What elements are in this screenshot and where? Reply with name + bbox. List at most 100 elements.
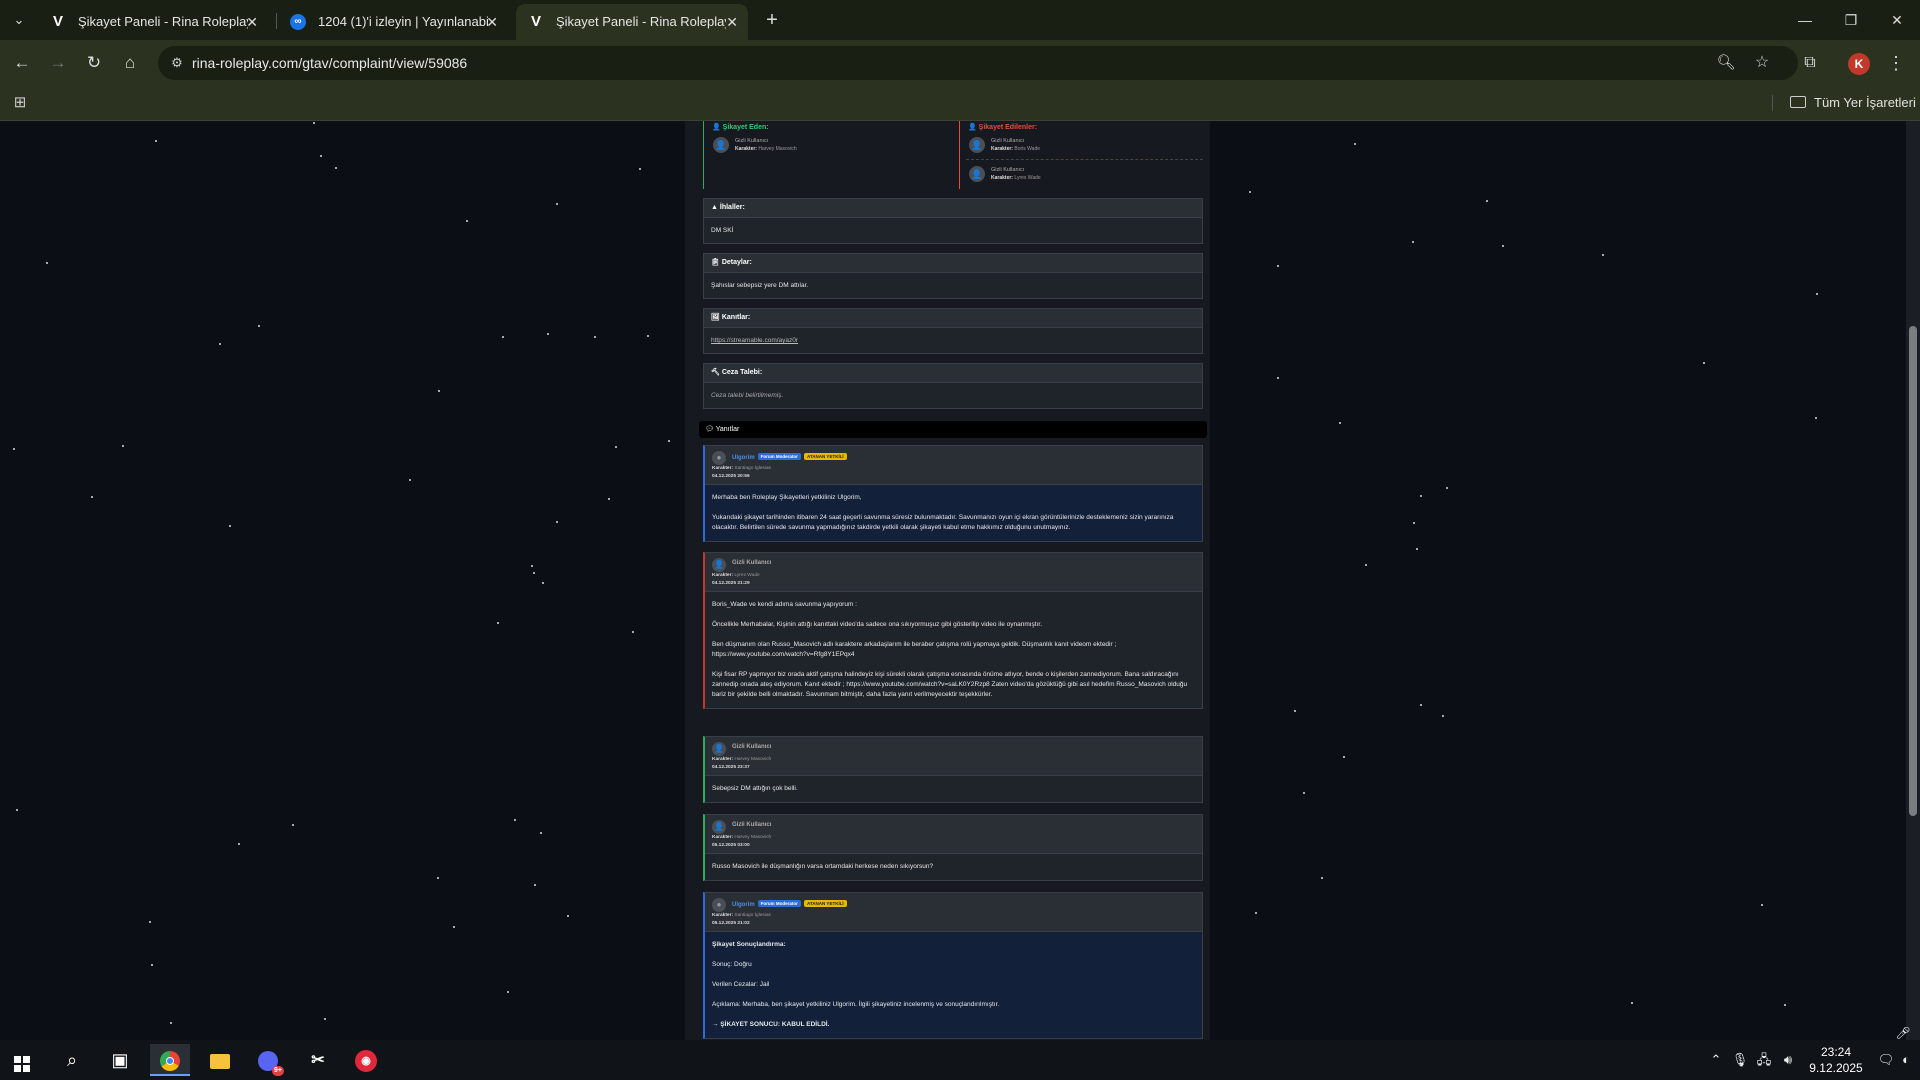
clock-date: 9.12.2025 xyxy=(1809,1061,1863,1075)
close-window-button[interactable]: ✕ xyxy=(1874,0,1920,40)
reply-author[interactable]: Gizli Kullanıcı xyxy=(732,822,771,828)
complaint-panel: 👤 Şikayet Eden: 👤 Gizli Kullanıcı Karakt… xyxy=(685,121,1210,1040)
reply-author[interactable]: Gizli Kullanıcı xyxy=(732,560,771,566)
star-dot xyxy=(437,390,440,393)
reply-date: 04.12.2025 23:37 xyxy=(712,765,750,770)
home-button[interactable]: ⌂ xyxy=(116,49,144,77)
back-button[interactable]: ← xyxy=(8,49,36,77)
star-dot xyxy=(291,824,294,827)
network-icon[interactable]: 🖧︎ xyxy=(1754,1040,1774,1080)
reply-author[interactable]: Ulgorim Forum Moderator ATANAN YETKİLİ xyxy=(732,453,847,461)
zoom-icon[interactable]: 🔍︎ xyxy=(1714,51,1738,75)
reply-paragraph: Russo Masovich ile düşmanlığın varsa ort… xyxy=(712,863,934,870)
start-button[interactable] xyxy=(2,1044,42,1076)
star-dot xyxy=(1364,564,1367,567)
star-dot xyxy=(1249,190,1252,193)
star-dot xyxy=(532,572,535,575)
star-dot xyxy=(555,203,558,206)
page-scrollbar[interactable] xyxy=(1906,121,1920,1040)
tab-title: Şikayet Paneli - Rina Roleplay G xyxy=(78,14,248,29)
tray-overflow-icon[interactable]: ⌃ xyxy=(1706,1040,1726,1080)
more-menu-icon[interactable]: ⋮ xyxy=(1884,49,1908,77)
tab-title: Şikayet Paneli - Rina Roleplay G xyxy=(556,14,726,29)
red-app-icon: ◉ xyxy=(355,1050,377,1073)
star-dot xyxy=(1441,715,1444,718)
site-info-icon[interactable]: ⚙ xyxy=(168,54,186,72)
restore-button[interactable]: ❐ xyxy=(1828,0,1874,40)
reply-card: 👤 Gizli Kullanıcı Karakter: Harvey Masov… xyxy=(703,736,1203,803)
star-dot xyxy=(258,324,261,327)
close-tab-icon[interactable]: ✕ xyxy=(486,4,498,40)
reply-author[interactable]: Ulgorim Forum Moderator ATANAN YETKİLİ xyxy=(732,900,847,908)
star-dot xyxy=(1502,245,1505,248)
star-dot xyxy=(556,520,559,523)
search-icon[interactable]: ⌕ xyxy=(52,1044,92,1076)
star-dot xyxy=(1814,416,1817,419)
notifications-icon[interactable]: 🗨︎ xyxy=(1876,1040,1896,1080)
profile-avatar[interactable]: K xyxy=(1848,53,1870,75)
tab-title: 1204 (1)'i izleyin | Yayınlanabilir xyxy=(318,14,488,29)
reply-character: Karakter: Santiago İglesias xyxy=(712,913,771,918)
evidence-link[interactable]: https://streamable.com/ayaz0r xyxy=(711,337,798,344)
system-clock[interactable]: 23:24 9.12.2025 xyxy=(1800,1044,1872,1076)
avatar: 👤 xyxy=(712,820,726,834)
scrollbar-thumb[interactable] xyxy=(1909,326,1917,816)
address-bar[interactable]: ⚙ rina-roleplay.com/gtav/complaint/view/… xyxy=(158,46,1798,80)
notification-badge: 9+ xyxy=(272,1066,284,1077)
user-name: Gizli Kullanıcı xyxy=(991,167,1025,173)
tab-complaint-1[interactable]: V Şikayet Paneli - Rina Roleplay G ✕ xyxy=(38,4,268,40)
star-dot xyxy=(149,920,152,923)
gavel-icon: 🔨︎ xyxy=(711,369,720,376)
image-icon: 🖼︎ xyxy=(711,314,720,321)
penalty-title: 🔨︎ Ceza Talebi: xyxy=(704,364,1202,383)
reply-author[interactable]: Gizli Kullanıcı xyxy=(732,744,771,750)
tab-complaint-active[interactable]: V Şikayet Paneli - Rina Roleplay G ✕ xyxy=(516,4,748,40)
extensions-icon[interactable]: ⧉ xyxy=(1796,49,1824,77)
star-dot xyxy=(169,1022,172,1025)
star-dot xyxy=(13,448,16,451)
url-text[interactable]: rina-roleplay.com/gtav/complaint/view/59… xyxy=(192,46,467,80)
microphone-icon[interactable]: 🎙︎ xyxy=(1730,1040,1750,1080)
capcut-button[interactable]: ✂ xyxy=(298,1044,338,1076)
discord-button[interactable]: 9+ xyxy=(248,1044,288,1077)
reply-body: Sebepsiz DM attığın çok belli. xyxy=(705,776,1202,802)
star-dot xyxy=(219,343,222,346)
accused-title: 👤 Şikayet Edilenler: xyxy=(968,124,1038,131)
minimize-button[interactable]: — xyxy=(1782,0,1828,40)
star-dot xyxy=(1412,522,1415,525)
forward-button[interactable]: → xyxy=(44,49,72,77)
streaming-favicon-icon: ∞ xyxy=(290,14,306,30)
all-bookmarks-button[interactable]: Tüm Yer İşaretleri xyxy=(1790,86,1916,120)
reload-button[interactable]: ↻ xyxy=(80,49,108,77)
star-dot xyxy=(1320,876,1323,879)
star-dot xyxy=(151,963,154,966)
bookmark-star-icon[interactable]: ☆ xyxy=(1750,51,1774,75)
copilot-icon[interactable]: ◐ xyxy=(1896,1040,1916,1080)
star-dot xyxy=(408,479,411,482)
star-dot xyxy=(1702,361,1705,364)
chrome-taskbar-button[interactable] xyxy=(150,1044,190,1076)
new-tab-button[interactable]: + xyxy=(758,6,786,34)
star-dot xyxy=(1784,1003,1787,1006)
star-dot xyxy=(533,883,536,886)
star-dot xyxy=(237,842,240,845)
apps-grid-icon[interactable]: ⊞ xyxy=(10,93,30,113)
close-tab-icon[interactable]: ✕ xyxy=(246,4,258,40)
floating-mic-icon[interactable]: 🎤︎ xyxy=(1894,1024,1912,1042)
parties-section: 👤 Şikayet Eden: 👤 Gizli Kullanıcı Karakt… xyxy=(703,121,1203,191)
star-dot xyxy=(531,565,534,568)
tab-streaming[interactable]: ∞ 1204 (1)'i izleyin | Yayınlanabilir ✕ xyxy=(278,4,508,40)
reply-paragraph: Ben düşmanım olan Russo_Masovich adlı ka… xyxy=(712,641,1117,658)
reply-date: 04.12.2025 20:56 xyxy=(712,474,750,479)
reply-paragraph: Sebepsiz DM attığın çok belli. xyxy=(712,785,798,792)
close-tab-icon[interactable]: ✕ xyxy=(726,4,738,40)
violations-box: ▲ İhlaller: DM SKİ xyxy=(703,198,1203,244)
file-explorer-button[interactable] xyxy=(200,1044,240,1076)
volume-icon[interactable]: 🔊︎ xyxy=(1778,1040,1798,1080)
app-button[interactable]: ◉ xyxy=(346,1044,386,1076)
star-dot xyxy=(1420,703,1423,706)
reply-header: ● Ulgorim Forum Moderator ATANAN YETKİLİ K… xyxy=(705,893,1202,932)
task-view-icon[interactable]: ▣ xyxy=(100,1044,140,1076)
user-character: Karakter: Boris Wade xyxy=(991,146,1041,152)
tab-search-button[interactable]: ⌄ xyxy=(8,9,30,31)
